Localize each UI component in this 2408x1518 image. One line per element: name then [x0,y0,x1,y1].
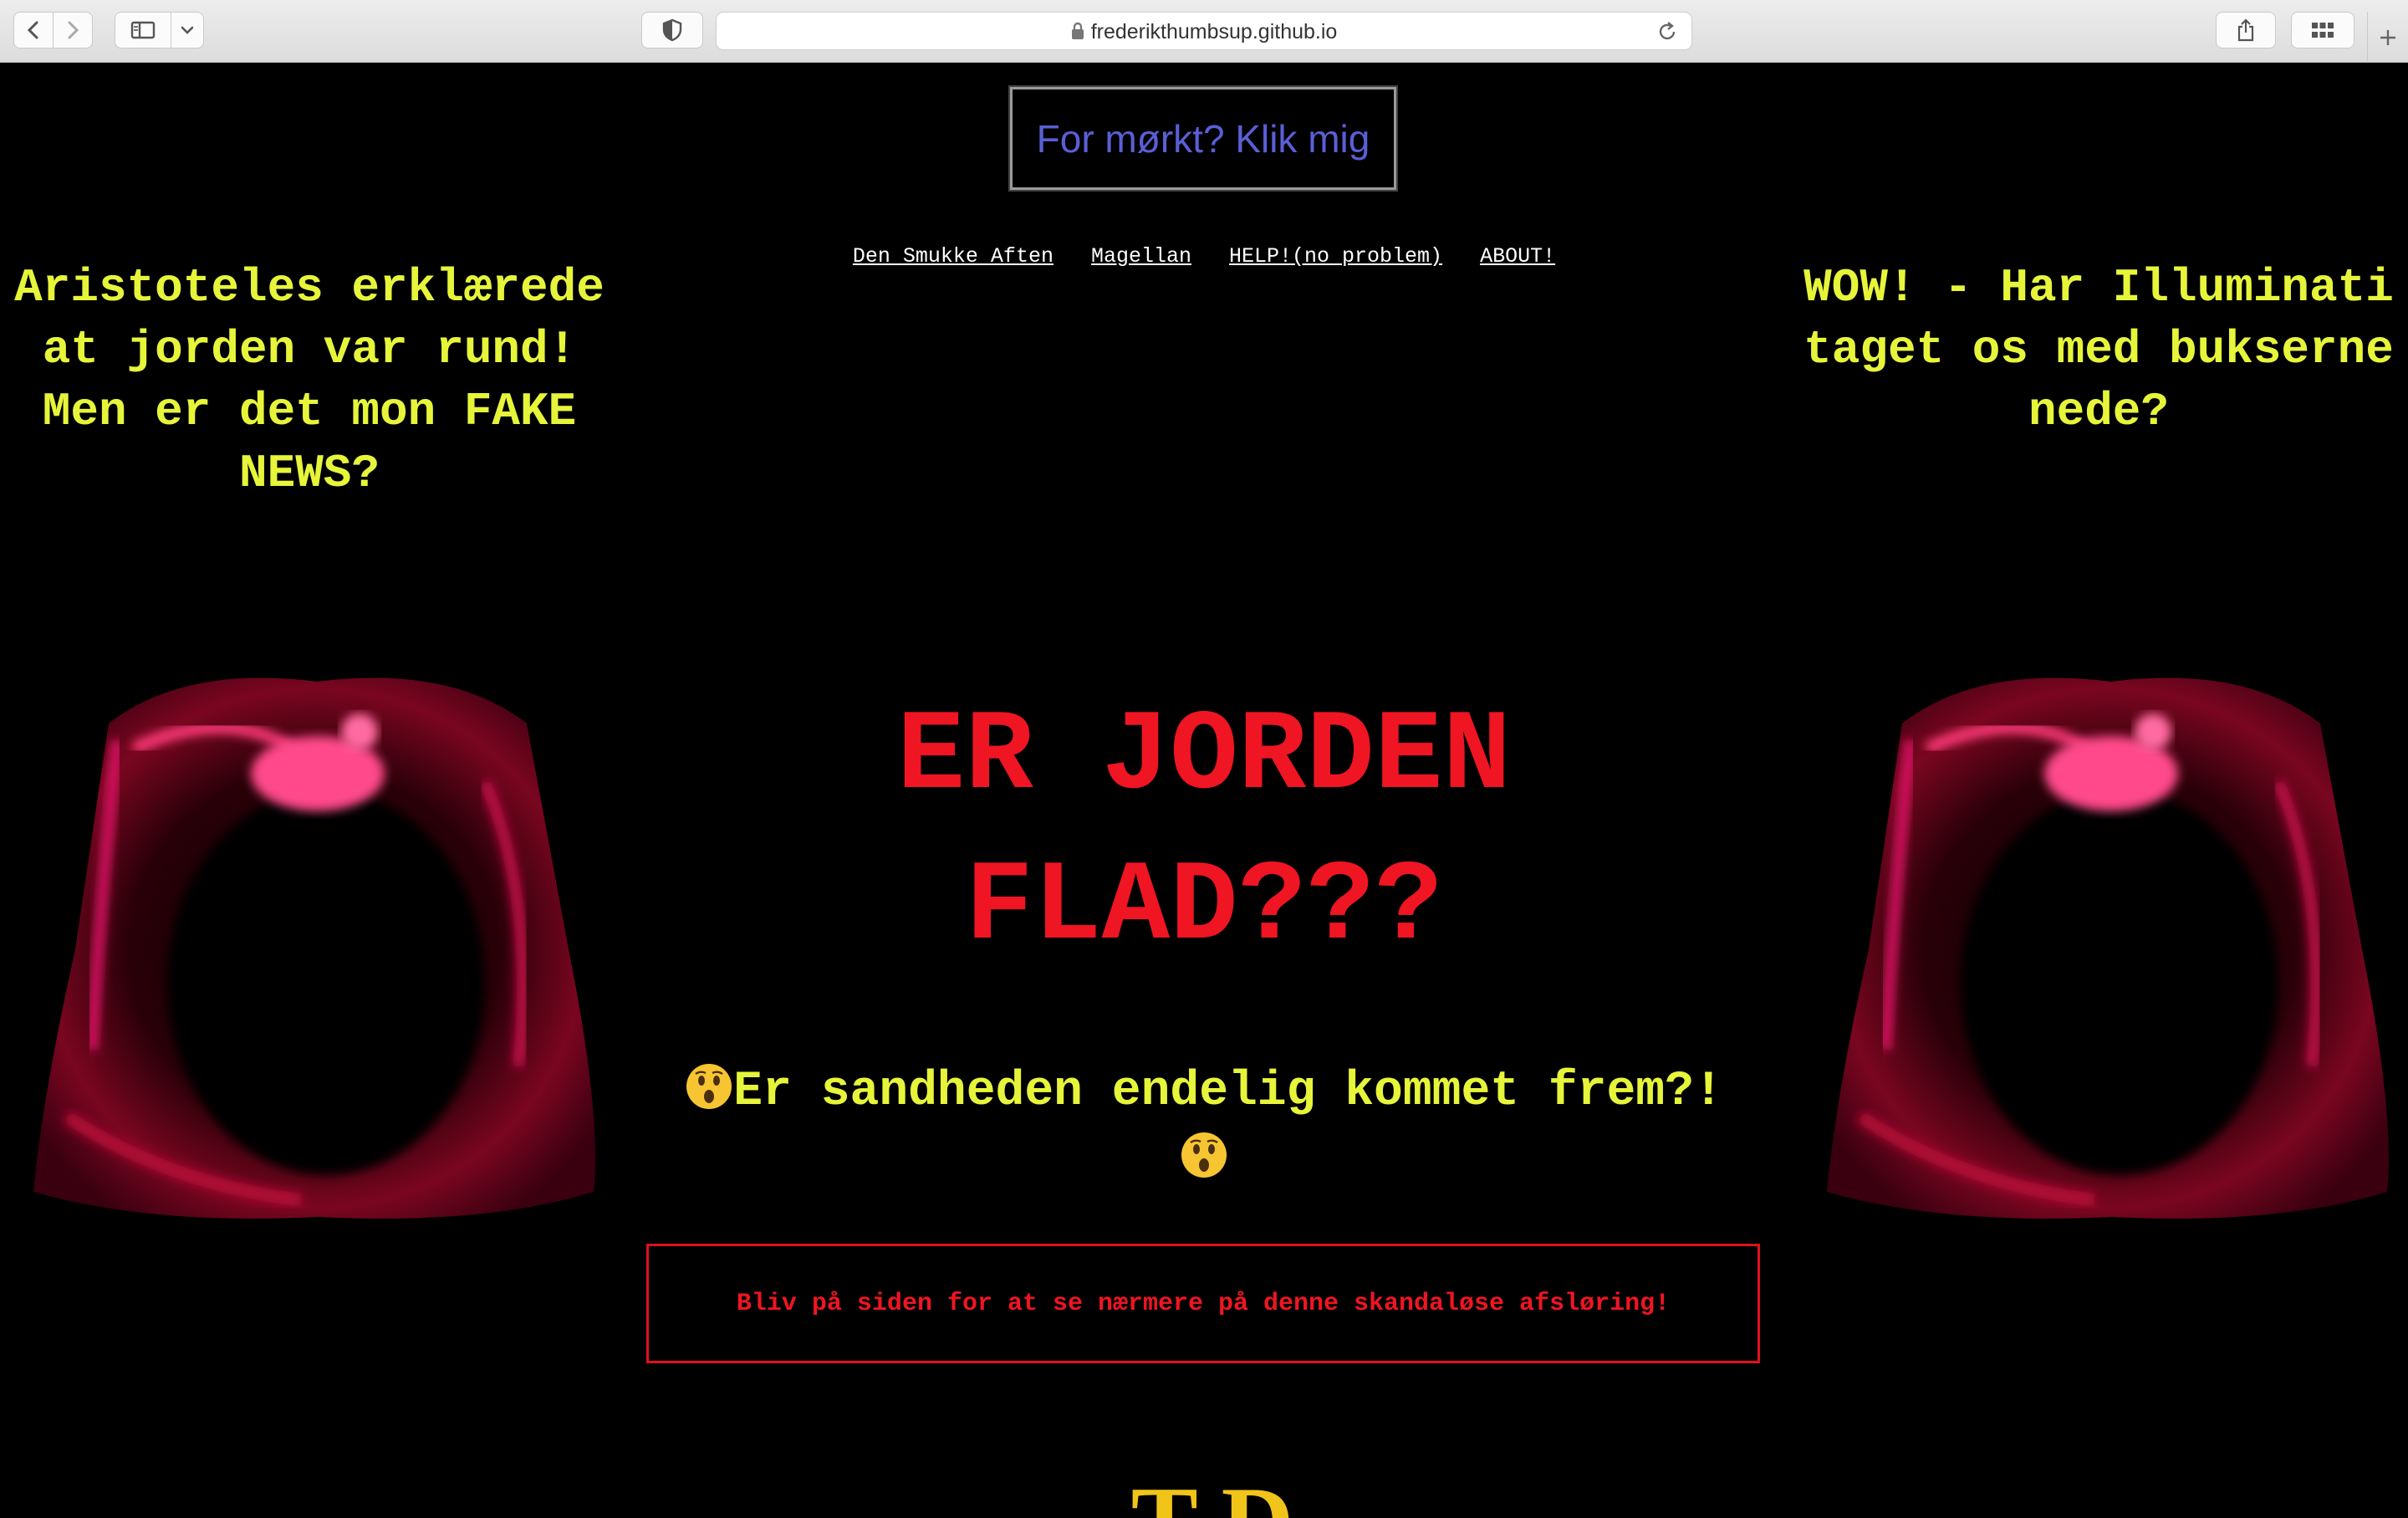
reload-icon[interactable] [1656,21,1678,43]
dark-mode-toggle-button[interactable]: For mørkt? Klik mig [1008,85,1398,192]
subheadline: Er sandheden endelig kommet frem?! [669,1058,1739,1195]
privacy-report-button[interactable] [641,12,703,49]
forward-button[interactable] [53,12,93,49]
notice-box: Bliv på siden for at se nærmere på denne… [646,1244,1760,1363]
subheadline-text: Er sandheden endelig kommet frem?! [733,1065,1723,1119]
red-figure-image-left [33,677,595,1219]
nav-link-den-smukke-aften[interactable]: Den Smukke Aften [853,244,1054,268]
url-text: frederikthumbsup.github.io [1090,20,1338,43]
address-bar[interactable]: frederikthumbsup.github.io [716,12,1692,50]
sidebar-button[interactable] [115,12,171,49]
red-figure-image-right [1827,677,2389,1219]
back-button[interactable] [13,12,54,49]
next-section-heading-peek: T D [836,1468,1589,1518]
forward-icon [68,21,79,39]
web-page: For mørkt? Klik mig Den Smukke Aften Mag… [0,63,2408,1518]
astonished-face-icon [686,1064,732,1109]
headline-line-1: ER JORDEN [896,693,1512,821]
sidebar-icon [130,21,156,39]
right-sidebar-text: WOW! - Har Illuminati taget os med bukse… [1803,261,2394,438]
nav-link-help[interactable]: HELP!(no problem) [1229,244,1442,268]
notice-text: Bliv på siden for at se nærmere på denne… [736,1289,1671,1318]
browser-toolbar: frederikthumbsup.github.io [0,0,2408,63]
plus-icon [2380,29,2395,45]
sidebar-menu-button[interactable] [171,12,204,49]
shield-icon [662,18,682,42]
astonished-face-icon [1181,1132,1227,1178]
chevron-down-icon [181,26,194,34]
back-icon [27,21,38,39]
share-icon [2237,18,2254,42]
headline-line-2: FLAD??? [965,843,1443,972]
main-headline: ER JORDEN FLAD??? [669,682,1739,983]
nav-link-magellan[interactable]: Magellan [1091,244,1191,268]
share-button[interactable] [2216,12,2276,49]
tab-overview-button[interactable] [2291,12,2354,49]
nav-link-about[interactable]: ABOUT! [1480,244,1555,268]
tab-overview-icon [2312,23,2334,38]
left-sidebar-text: Aristoteles erklærede at jorden var rund… [14,261,605,500]
new-tab-button[interactable] [2367,12,2408,63]
lock-icon [1071,22,1084,39]
